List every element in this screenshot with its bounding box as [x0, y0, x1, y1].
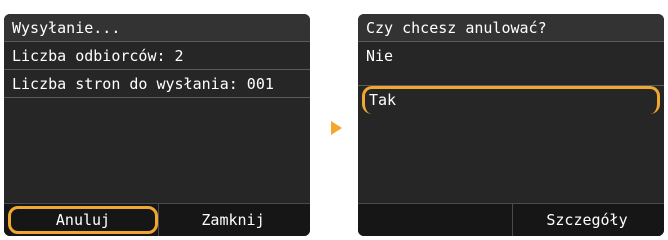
footer-bar: Szczegóły [358, 203, 664, 236]
details-button[interactable]: Szczegóły [514, 206, 660, 234]
arrow-right-icon [331, 121, 342, 135]
sending-screen: Wysyłanie... Liczba odbiorców: 2 Liczba … [4, 14, 310, 236]
recipients-count: Liczba odbiorców: 2 [4, 42, 310, 70]
cancel-button[interactable]: Anuluj [8, 206, 158, 234]
option-yes[interactable]: Tak [362, 86, 660, 114]
footer-bar: Anuluj Zamknij [4, 203, 310, 236]
cancel-confirm-screen: Czy chcesz anulować? Nie Tak Szczegóły [358, 14, 664, 236]
confirm-title: Czy chcesz anulować? [358, 14, 664, 42]
footer-divider [158, 204, 159, 236]
close-button[interactable]: Zamknij [160, 206, 306, 234]
footer-divider [512, 204, 513, 236]
option-no[interactable]: Nie [358, 42, 664, 86]
pages-to-send: Liczba stron do wysłania: 001 [4, 70, 310, 98]
sending-title: Wysyłanie... [4, 14, 310, 42]
